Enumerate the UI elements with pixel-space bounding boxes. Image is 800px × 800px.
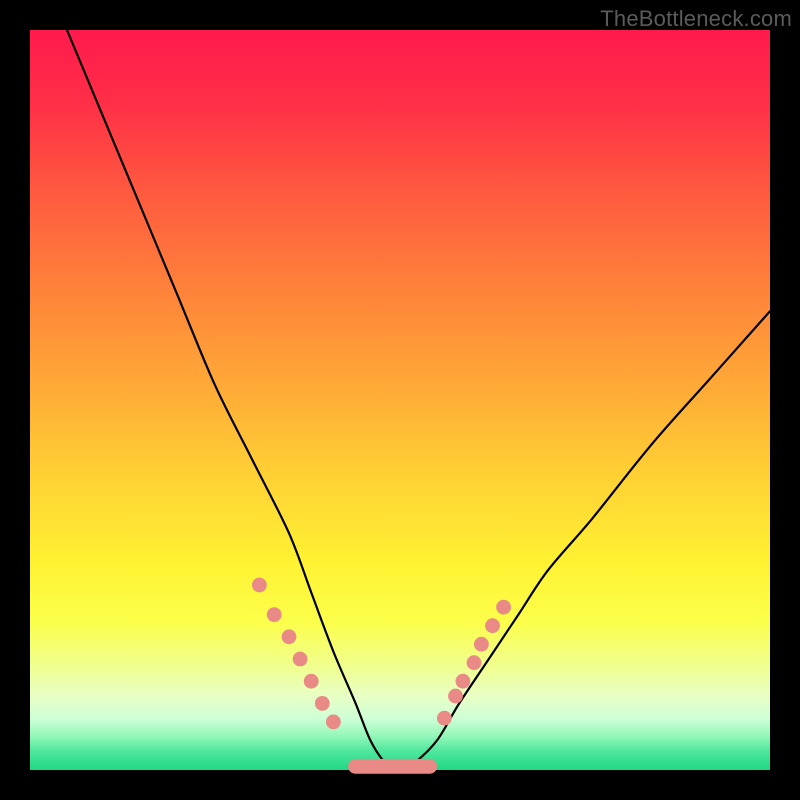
curve-marker (437, 711, 452, 726)
curve-marker (467, 655, 482, 670)
curve-marker (304, 674, 319, 689)
watermark-text: TheBottleneck.com (600, 6, 792, 32)
curve-marker (448, 689, 463, 704)
curve-marker (474, 637, 489, 652)
curve-marker (282, 629, 297, 644)
curve-layer (30, 30, 770, 770)
chart-stage: TheBottleneck.com (0, 0, 800, 800)
curve-marker (252, 578, 267, 593)
plot-area (30, 30, 770, 770)
curve-marker (456, 674, 471, 689)
curve-marker (293, 652, 308, 667)
curve-marker (485, 618, 500, 633)
optimal-range-bar (348, 759, 437, 774)
curve-marker (267, 607, 282, 622)
curve-marker (326, 715, 341, 730)
curve-markers (252, 578, 511, 730)
bottleneck-curve (67, 30, 770, 770)
curve-marker (315, 696, 330, 711)
curve-marker (496, 600, 511, 615)
